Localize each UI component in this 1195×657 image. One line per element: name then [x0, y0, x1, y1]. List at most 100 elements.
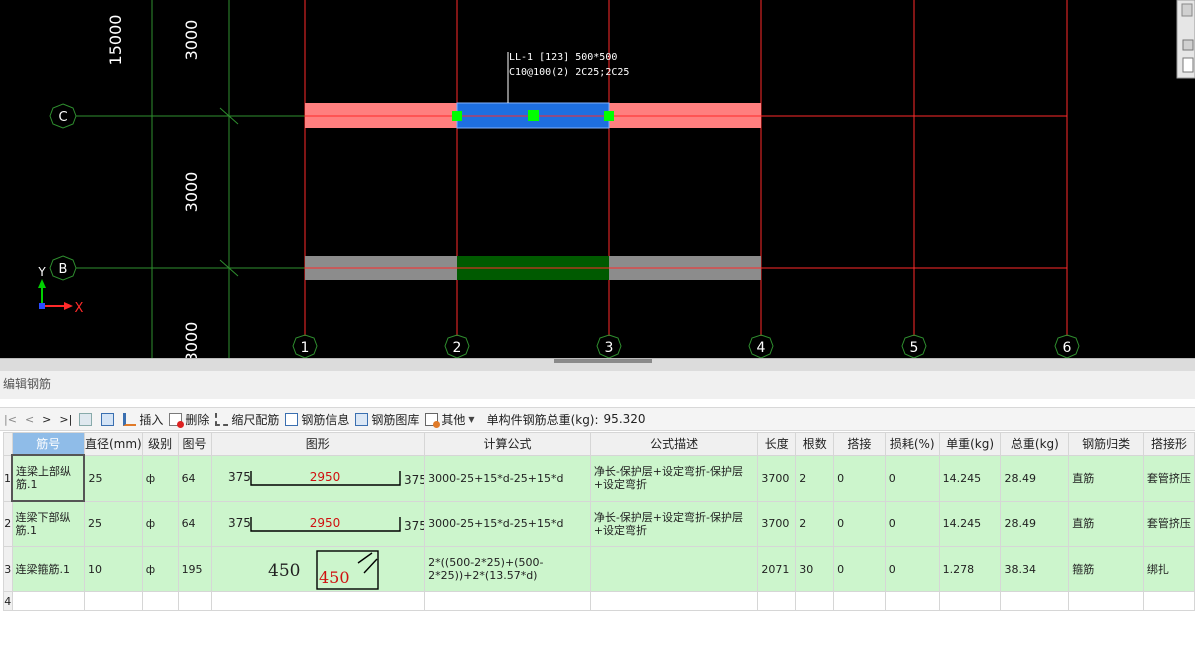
empty-cell[interactable]: [210, 591, 426, 611]
cell-rebar-name[interactable]: 连梁下部纵筋.1: [11, 500, 85, 547]
side-toolbar[interactable]: [1176, 0, 1195, 79]
col-header-formula[interactable]: 计算公式: [424, 432, 591, 456]
nav-first-button[interactable]: |<: [0, 408, 21, 430]
col-header-grade[interactable]: 级别: [141, 432, 179, 456]
col-header-shape[interactable]: 图形: [210, 432, 426, 456]
insert-button[interactable]: 插入: [120, 408, 166, 430]
cell-lap-type[interactable]: 绑扎: [1142, 546, 1195, 592]
axis-bubble-b[interactable]: B: [49, 255, 77, 281]
cell-loss[interactable]: 0: [884, 500, 940, 547]
empty-cell[interactable]: [11, 591, 85, 611]
empty-cell[interactable]: [177, 591, 212, 611]
cell-grade[interactable]: ф: [141, 454, 179, 502]
cell-count[interactable]: 30: [795, 546, 835, 592]
row-number[interactable]: 3: [3, 546, 13, 592]
empty-cell[interactable]: [1068, 591, 1144, 611]
empty-cell[interactable]: [1142, 591, 1195, 611]
cad-drawing[interactable]: LL-1 [123] 500*500 C10@100(2) 2C25;2C25 …: [0, 0, 1195, 358]
cell-count[interactable]: 2: [795, 500, 835, 547]
col-header-total-weight[interactable]: 总重(kg): [1000, 432, 1070, 456]
side-tool-icon-2[interactable]: [1182, 39, 1194, 51]
col-header-unit-weight[interactable]: 单重(kg): [938, 432, 1002, 456]
cell-loss[interactable]: 0: [884, 546, 940, 592]
cell-formula[interactable]: 2*((500-2*25)+(500-2*25))+2*(13.57*d): [424, 546, 591, 592]
col-header-category[interactable]: 钢筋归类: [1068, 432, 1144, 456]
cell-count[interactable]: 2: [795, 454, 835, 502]
move-down-button[interactable]: [98, 408, 120, 430]
cell-total-weight[interactable]: 28.49: [1000, 454, 1070, 502]
nav-next-button[interactable]: >: [38, 408, 55, 430]
panel-splitter[interactable]: [0, 358, 1195, 371]
cell-length[interactable]: 3700: [757, 500, 797, 547]
cell-formula[interactable]: 3000-25+15*d-25+15*d: [424, 500, 591, 547]
row-number[interactable]: 2: [3, 500, 13, 547]
cell-rebar-name[interactable]: 连梁箍筋.1: [11, 546, 85, 592]
col-header-num[interactable]: 筋号: [11, 432, 85, 456]
grip-left[interactable]: [452, 111, 462, 121]
col-header-figure-no[interactable]: 图号: [177, 432, 212, 456]
empty-cell[interactable]: [424, 591, 591, 611]
cell-figure-no[interactable]: 64: [177, 454, 212, 502]
cell-diameter[interactable]: 10: [83, 546, 143, 592]
cell-formula-desc[interactable]: [589, 546, 759, 592]
grip-right[interactable]: [604, 111, 614, 121]
empty-cell[interactable]: [884, 591, 940, 611]
other-dropdown[interactable]: 其他 ▼: [422, 408, 477, 430]
delete-button[interactable]: 删除: [166, 408, 212, 430]
cell-shape[interactable]: 375 2950 375: [210, 454, 426, 502]
move-up-button[interactable]: [76, 408, 98, 430]
col-header-lap-type[interactable]: 搭接形: [1142, 432, 1195, 456]
cell-formula[interactable]: 3000-25+15*d-25+15*d: [424, 454, 591, 502]
cell-figure-no[interactable]: 195: [177, 546, 212, 592]
empty-cell[interactable]: [795, 591, 835, 611]
cad-canvas[interactable]: LL-1 [123] 500*500 C10@100(2) 2C25;2C25 …: [0, 0, 1195, 358]
cell-unit-weight[interactable]: 14.245: [938, 500, 1002, 547]
cell-unit-weight[interactable]: 14.245: [938, 454, 1002, 502]
cell-category[interactable]: 直筋: [1068, 500, 1144, 547]
col-header-count[interactable]: 根数: [795, 432, 835, 456]
cell-length[interactable]: 2071: [757, 546, 797, 592]
table-row[interactable]: 1 连梁上部纵筋.1 25 ф 64 375 2950 375 3000-25+…: [3, 454, 1195, 502]
cell-rebar-name[interactable]: 连梁上部纵筋.1: [10, 454, 86, 502]
cell-shape[interactable]: 450 450: [210, 546, 426, 592]
cell-total-weight[interactable]: 38.34: [1000, 546, 1070, 592]
cell-unit-weight[interactable]: 1.278: [938, 546, 1002, 592]
empty-cell[interactable]: [589, 591, 759, 611]
cell-loss[interactable]: 0: [884, 454, 940, 502]
cell-lap-type[interactable]: 套管挤压: [1142, 500, 1195, 547]
rebar-library-button[interactable]: 钢筋图库: [352, 408, 422, 430]
row-number[interactable]: 4: [3, 591, 13, 611]
cell-category[interactable]: 箍筋: [1068, 546, 1144, 592]
cell-lap[interactable]: 0: [833, 500, 886, 547]
nav-last-button[interactable]: >|: [55, 408, 76, 430]
table-row-empty[interactable]: 4: [3, 591, 1195, 611]
cell-formula-desc[interactable]: 净长-保护层+设定弯折-保护层+设定弯折: [589, 500, 759, 547]
side-tool-icon-3[interactable]: [1182, 57, 1194, 73]
cell-diameter[interactable]: 25: [83, 454, 143, 502]
empty-cell[interactable]: [1000, 591, 1070, 611]
cell-figure-no[interactable]: 64: [177, 500, 212, 547]
nav-prev-button[interactable]: <: [21, 408, 38, 430]
col-header-formula-desc[interactable]: 公式描述: [589, 432, 759, 456]
cell-lap-type[interactable]: 套管挤压: [1142, 454, 1195, 502]
cell-length[interactable]: 3700: [757, 454, 797, 502]
cell-lap[interactable]: 0: [833, 546, 886, 592]
empty-cell[interactable]: [757, 591, 797, 611]
col-header-length[interactable]: 长度: [757, 432, 797, 456]
empty-cell[interactable]: [833, 591, 886, 611]
cell-shape[interactable]: 375 2950 375: [210, 500, 426, 547]
cell-formula-desc[interactable]: 净长-保护层+设定弯折-保护层+设定弯折: [589, 454, 759, 502]
cell-category[interactable]: 直筋: [1068, 454, 1144, 502]
cell-total-weight[interactable]: 28.49: [1000, 500, 1070, 547]
axis-bubble-c[interactable]: C: [49, 103, 77, 129]
cell-grade[interactable]: ф: [141, 500, 179, 547]
empty-cell[interactable]: [141, 591, 179, 611]
row-number[interactable]: 1: [3, 454, 13, 502]
col-header-lap[interactable]: 搭接: [833, 432, 886, 456]
splitter-grip[interactable]: [554, 359, 652, 363]
table-row[interactable]: 3 连梁箍筋.1 10 ф 195 450 450 2*((500-2*25)+…: [3, 546, 1195, 592]
table-row[interactable]: 2 连梁下部纵筋.1 25 ф 64 375 2950 375 3000-25+…: [3, 500, 1195, 547]
empty-cell[interactable]: [83, 591, 143, 611]
cell-lap[interactable]: 0: [833, 454, 886, 502]
rebar-info-button[interactable]: 钢筋信息: [282, 408, 352, 430]
